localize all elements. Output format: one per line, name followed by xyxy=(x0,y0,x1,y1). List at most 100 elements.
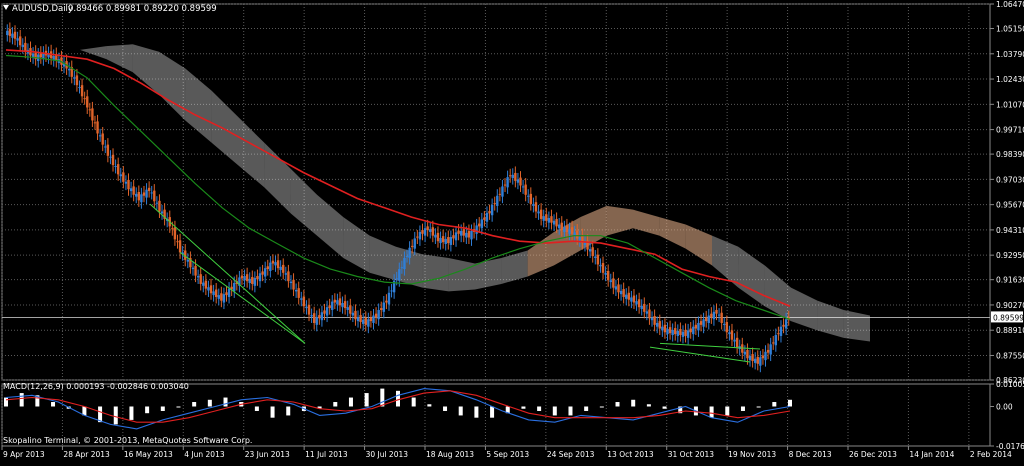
bear-candle xyxy=(725,322,729,333)
bear-candle xyxy=(364,317,367,325)
bear-candle xyxy=(498,193,502,195)
bull-candle xyxy=(279,266,282,271)
macd-hist-bar xyxy=(4,397,8,407)
bear-candle xyxy=(271,260,275,264)
bear-candle xyxy=(653,316,656,325)
price-tick-label: 0.91630 xyxy=(996,276,1024,285)
chart-window[interactable]: 1.06470 1.05150 1.03790 1.02430 1.01070 0.997… xyxy=(0,0,1024,462)
bear-candle xyxy=(483,217,486,220)
macd-hist-bar xyxy=(709,406,714,418)
bull-candle xyxy=(274,262,277,266)
bull-candle xyxy=(145,189,148,198)
bear-candle xyxy=(261,271,264,275)
time-tick-label: 30 Jul 2013 xyxy=(366,450,409,459)
bull-candle xyxy=(78,87,81,89)
bear-candle xyxy=(766,349,770,353)
bull-candle xyxy=(604,272,607,275)
bear-candle xyxy=(13,31,17,39)
bear-candle xyxy=(276,260,280,269)
bear-candle xyxy=(539,209,543,219)
bear-candle xyxy=(75,75,79,86)
bear-candle xyxy=(256,276,259,280)
bull-candle xyxy=(294,289,298,292)
bull-candle xyxy=(480,219,484,229)
bear-candle xyxy=(93,122,97,124)
bull-candle xyxy=(542,216,545,221)
bull-candle xyxy=(547,218,551,223)
bear-candle xyxy=(312,313,316,323)
bull-candle xyxy=(743,351,747,355)
bull-candle xyxy=(315,316,318,325)
bear-candle xyxy=(529,193,533,205)
bear-candle xyxy=(684,329,687,336)
price-tick-label: 1.05150 xyxy=(996,25,1024,34)
bull-candle xyxy=(269,262,272,271)
bear-candle xyxy=(147,187,151,192)
macd-hist-bar xyxy=(113,406,118,425)
bear-candle xyxy=(436,232,440,242)
bear-candle xyxy=(127,179,130,190)
bear-candle xyxy=(668,327,672,334)
bull-candle xyxy=(331,301,334,310)
macd-hist-bar xyxy=(568,406,573,416)
bull-candle xyxy=(222,294,226,303)
bull-candle xyxy=(650,317,654,321)
macd-hist-bar xyxy=(521,406,526,409)
macd-hist-bar xyxy=(584,406,589,411)
bull-candle xyxy=(413,238,416,249)
bear-candle xyxy=(225,292,228,296)
bear-candle xyxy=(8,28,12,36)
price-tick-label: 0.98390 xyxy=(996,150,1024,159)
trading-chart[interactable]: 1.06470 1.05150 1.03790 1.02430 1.01070 0.997… xyxy=(0,0,1024,462)
bull-candle xyxy=(563,227,566,232)
bull-candle xyxy=(444,238,447,245)
bear-candle xyxy=(637,299,641,308)
bull-candle xyxy=(516,179,520,183)
bear-candle xyxy=(704,317,708,322)
bear-candle xyxy=(171,228,174,230)
bull-candle xyxy=(155,202,159,204)
macd-hist-bar xyxy=(223,397,228,407)
bull-candle xyxy=(759,357,762,366)
bull-candle xyxy=(104,146,107,148)
macd-hist-bar xyxy=(19,393,24,407)
macd-hist-bar xyxy=(427,404,432,407)
bull-candle xyxy=(382,302,386,312)
bear-candle xyxy=(266,266,269,270)
bull-candle xyxy=(114,165,117,167)
bull-candle xyxy=(408,247,411,258)
bear-candle xyxy=(772,342,775,344)
bull-candle xyxy=(630,297,633,302)
bull-candle xyxy=(475,225,478,234)
bear-candle xyxy=(343,301,347,309)
bear-candle xyxy=(622,289,625,297)
bull-candle xyxy=(300,298,303,300)
bear-candle xyxy=(349,305,352,314)
bull-candle xyxy=(160,211,164,214)
bear-candle xyxy=(447,237,450,244)
macd-hist-bar xyxy=(380,388,385,407)
bull-candle xyxy=(98,135,102,137)
bull-candle xyxy=(67,68,71,71)
bear-candle xyxy=(287,271,290,282)
bull-candle xyxy=(356,316,360,322)
bull-candle xyxy=(594,256,597,258)
cloud-segment xyxy=(422,254,449,292)
macd-hist-bar xyxy=(207,399,212,407)
bear-candle xyxy=(323,310,326,314)
bear-candle xyxy=(426,226,429,231)
macd-hist-bar xyxy=(537,406,542,411)
bear-candle xyxy=(416,236,419,238)
bear-candle xyxy=(18,36,22,46)
bull-candle xyxy=(109,156,112,158)
bull-candle xyxy=(599,264,602,267)
bear-candle xyxy=(658,321,661,329)
bear-candle xyxy=(421,230,424,234)
time-tick-label: 23 Jun 2013 xyxy=(245,450,290,459)
macd-hist-bar xyxy=(443,406,448,411)
macd-hist-bar xyxy=(615,402,620,407)
title-bar: AUDUSD,Daily 0.89466 0.89981 0.89220 0.8… xyxy=(3,4,217,14)
bull-candle xyxy=(681,331,685,337)
bull-candle xyxy=(429,229,432,232)
bull-candle xyxy=(6,30,9,36)
